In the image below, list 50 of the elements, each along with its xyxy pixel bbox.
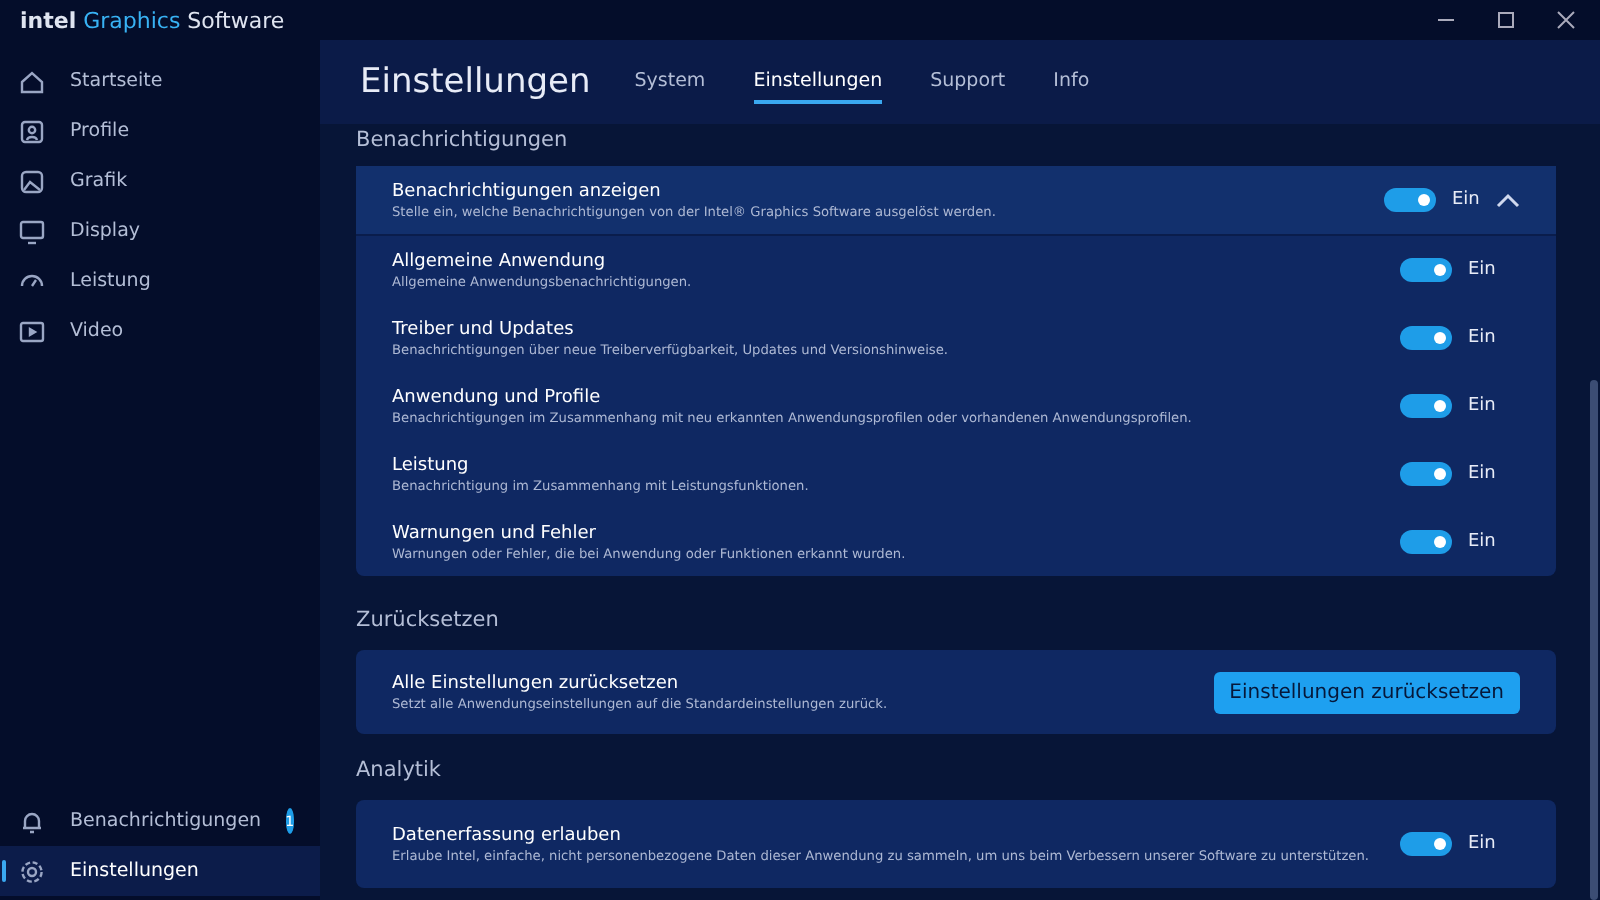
toggle-switch[interactable]	[1400, 530, 1452, 554]
toggle-switch[interactable]	[1400, 832, 1452, 856]
toggle-switch[interactable]	[1400, 326, 1452, 350]
toggle-switch[interactable]	[1400, 462, 1452, 486]
display-icon	[18, 217, 46, 245]
setting-title: Anwendung und Profile	[392, 387, 603, 407]
tab[interactable]: System	[634, 61, 706, 103]
setting-title: Treiber und Updates	[392, 319, 576, 339]
toggle-state: Ein	[1466, 834, 1498, 854]
toggle-state: Ein	[1466, 328, 1498, 348]
setting-title: Alle Einstellungen zurücksetzen	[392, 673, 681, 693]
section-heading: Analytik	[356, 756, 444, 786]
profile-icon	[18, 117, 46, 145]
sidebar-item[interactable]: Einstellungen	[0, 846, 320, 896]
maximize-icon[interactable]	[1496, 10, 1516, 30]
sidebar-item[interactable]: Profile	[0, 106, 320, 156]
toggle-state: Ein	[1450, 190, 1482, 210]
toggle-switch[interactable]	[1384, 188, 1436, 212]
settings-icon	[18, 857, 46, 885]
setting-title: Leistung	[392, 455, 471, 475]
home-icon	[18, 67, 46, 95]
section-heading: Zurücksetzen	[356, 606, 501, 636]
scrollbar[interactable]	[1590, 380, 1598, 900]
tab[interactable]: Support	[930, 61, 1006, 103]
sidebar-item[interactable]: Video	[0, 306, 320, 356]
app-title: intel Graphics Software	[20, 7, 285, 33]
toggle-state: Ein	[1466, 532, 1498, 552]
toggle-switch[interactable]	[1400, 394, 1452, 418]
setting-title: Datenerfassung erlauben	[392, 825, 623, 845]
sidebar-item[interactable]: Display	[0, 206, 320, 256]
page-title: Einstellungen	[360, 62, 591, 102]
sidebar-item[interactable]: Grafik	[0, 156, 320, 206]
toggle-state: Ein	[1466, 260, 1498, 280]
chevron-icon[interactable]	[1496, 192, 1520, 208]
toggle-state: Ein	[1466, 464, 1498, 484]
close-icon[interactable]	[1556, 10, 1576, 30]
setting-title: Allgemeine Anwendung	[392, 251, 608, 271]
toggle-switch[interactable]	[1400, 258, 1452, 282]
sidebar-item[interactable]: Startseite	[0, 56, 320, 106]
bell-icon	[18, 807, 46, 835]
setting-title: Warnungen und Fehler	[392, 523, 598, 543]
toggle-state: Ein	[1466, 396, 1498, 416]
video-icon	[18, 317, 46, 345]
reset-button[interactable]: Einstellungen zurücksetzen	[1213, 671, 1520, 713]
tab[interactable]: Einstellungen	[753, 61, 883, 103]
image-icon	[18, 167, 46, 195]
section-heading: Benachrichtigungen	[356, 126, 570, 156]
setting-title: Benachrichtigungen anzeigen	[392, 181, 663, 201]
tab[interactable]: Info	[1053, 61, 1090, 103]
sidebar-item[interactable]: Leistung	[0, 256, 320, 306]
